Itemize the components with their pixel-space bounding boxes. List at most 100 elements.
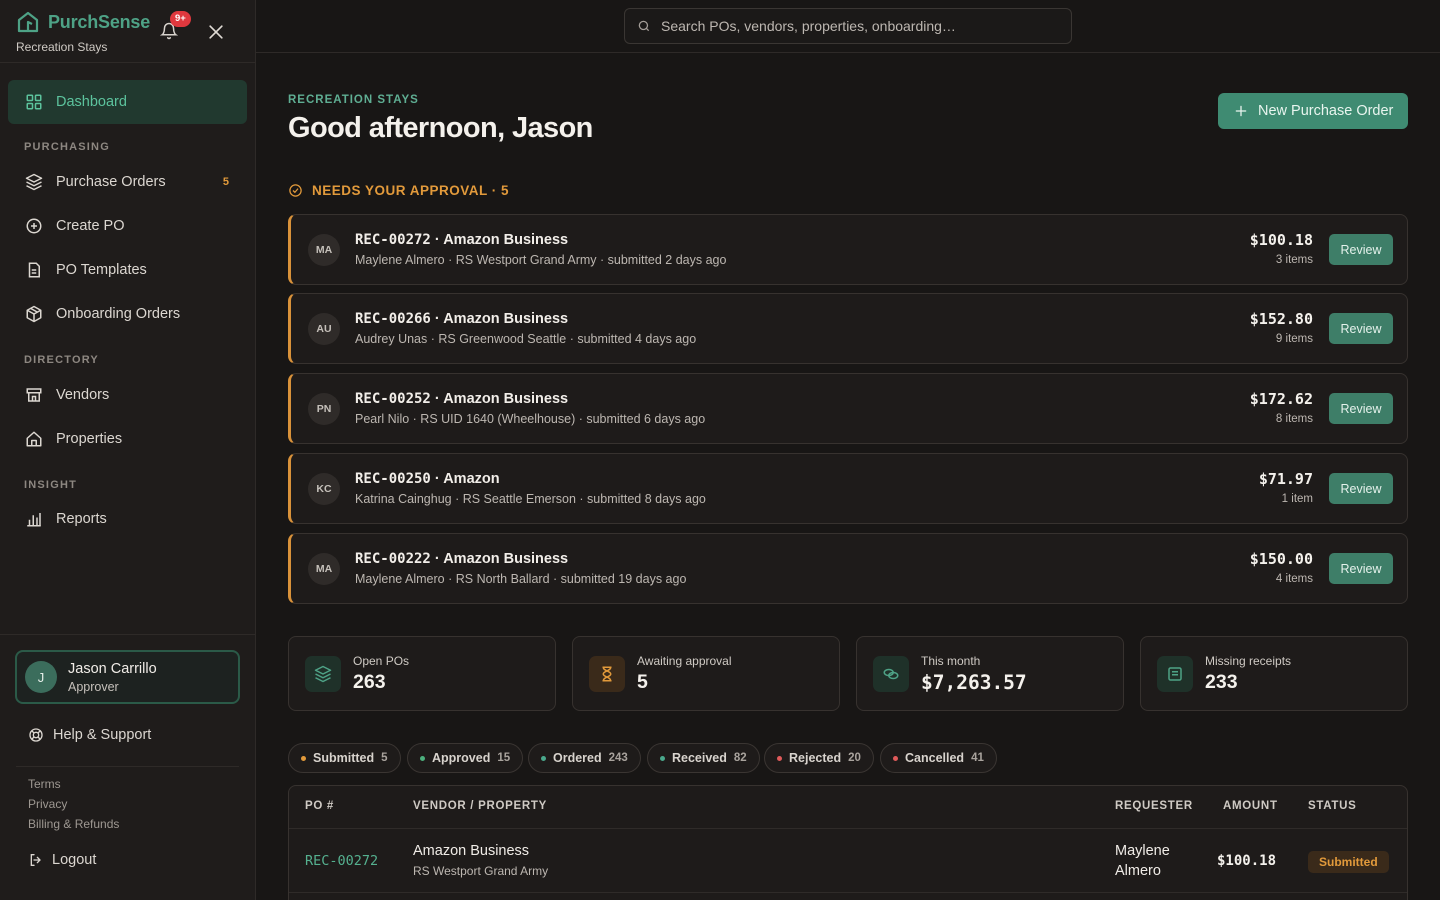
logout-icon xyxy=(30,854,41,866)
filter-label: Cancelled xyxy=(905,751,965,765)
sidebar-item-label: Vendors xyxy=(56,387,110,403)
status-dot xyxy=(660,755,665,761)
filter-cancelled[interactable]: Cancelled 41 xyxy=(880,743,997,773)
avatar: KC xyxy=(308,473,340,505)
column-header-requester[interactable]: REQUESTER xyxy=(1115,800,1193,812)
vendor-name: · Amazon Business xyxy=(430,391,569,407)
approval-card[interactable]: AU REC-00266 · Amazon Business Audrey Un… xyxy=(288,293,1408,364)
review-button[interactable]: Review xyxy=(1329,234,1393,265)
approval-amount: $172.62 xyxy=(1249,390,1313,408)
filter-count: 15 xyxy=(497,752,511,764)
home-icon xyxy=(26,431,42,447)
filter-ordered[interactable]: Ordered 243 xyxy=(528,743,641,773)
po-number: REC-00266 xyxy=(355,311,431,327)
approval-title: REC-00250 · Amazon xyxy=(355,471,500,487)
billing-refunds-link[interactable]: Billing & Refunds xyxy=(28,817,119,831)
vendor-name: · Amazon Business xyxy=(430,311,569,327)
approval-item-count: 9 items xyxy=(1275,333,1313,345)
organization-name: Recreation Stays xyxy=(16,40,108,54)
avatar: AU xyxy=(308,313,340,345)
sidebar-divider xyxy=(0,634,255,635)
new-purchase-order-button[interactable]: New Purchase Order xyxy=(1218,93,1408,129)
review-button[interactable]: Review xyxy=(1329,313,1393,344)
close-icon[interactable] xyxy=(206,22,226,42)
review-button[interactable]: Review xyxy=(1329,393,1393,424)
topbar xyxy=(256,0,1440,53)
approval-card[interactable]: MA REC-00272 · Amazon Business Maylene A… xyxy=(288,214,1408,285)
filter-label: Rejected xyxy=(789,751,842,765)
approval-title: REC-00266 · Amazon Business xyxy=(355,311,568,327)
status-dot xyxy=(893,755,898,761)
filter-submitted[interactable]: Submitted 5 xyxy=(288,743,401,773)
approval-heading: NEEDS YOUR APPROVAL · 5 xyxy=(288,183,509,198)
sidebar-item-po-templates[interactable]: PO Templates xyxy=(8,248,247,292)
sidebar-item-label: Purchase Orders xyxy=(56,174,166,190)
sidebar-item-reports[interactable]: Reports xyxy=(8,497,247,541)
approval-card[interactable]: KC REC-00250 · Amazon Katrina Cainghug ·… xyxy=(288,453,1408,524)
approval-card[interactable]: MA REC-00222 · Amazon Business Maylene A… xyxy=(288,533,1408,604)
sidebar-item-dashboard[interactable]: Dashboard xyxy=(8,80,247,124)
column-header-status[interactable]: STATUS xyxy=(1308,800,1357,812)
approval-title: REC-00272 · Amazon Business xyxy=(355,232,568,248)
sidebar-item-label: Dashboard xyxy=(56,94,127,110)
hourglass-icon xyxy=(602,666,612,682)
approval-amount: $100.18 xyxy=(1249,231,1313,249)
help-support-link[interactable]: Help & Support xyxy=(28,727,151,743)
approval-amount: $71.97 xyxy=(1258,470,1313,488)
stat-icon-wrap xyxy=(873,656,909,692)
privacy-link[interactable]: Privacy xyxy=(28,797,67,811)
po-number: REC-00252 xyxy=(355,391,431,407)
terms-link[interactable]: Terms xyxy=(28,777,61,791)
po-number-link[interactable]: REC-00272 xyxy=(305,853,378,869)
stat-awaiting-approval[interactable]: Awaiting approval 5 xyxy=(572,636,840,711)
sidebar-divider xyxy=(0,62,255,63)
column-header-po[interactable]: PO # xyxy=(305,800,334,812)
approval-heading-text: NEEDS YOUR APPROVAL · 5 xyxy=(312,183,510,198)
search-bar[interactable] xyxy=(624,8,1072,44)
user-name: Jason Carrillo xyxy=(68,661,157,677)
layers-icon xyxy=(25,173,43,191)
logout-button[interactable]: Logout xyxy=(28,852,96,868)
filter-approved[interactable]: Approved 15 xyxy=(407,743,524,773)
status-dot xyxy=(301,755,306,761)
filter-label: Received xyxy=(672,751,727,765)
sidebar-item-properties[interactable]: Properties xyxy=(8,417,247,461)
sidebar-item-onboarding-orders[interactable]: Onboarding Orders xyxy=(8,292,247,336)
filter-count: 82 xyxy=(733,752,747,764)
filter-received[interactable]: Received 82 xyxy=(647,743,760,773)
stat-this-month[interactable]: This month $7,263.57 xyxy=(856,636,1124,711)
approval-detail: Maylene Almero · RS North Ballard · subm… xyxy=(355,572,687,586)
stat-open-pos[interactable]: Open POs 263 xyxy=(288,636,556,711)
property-name: RS Westport Grand Army xyxy=(413,864,549,878)
sidebar-item-purchase-orders[interactable]: Purchase Orders 5 xyxy=(8,160,247,204)
filter-rejected[interactable]: Rejected 20 xyxy=(764,743,874,773)
po-number: REC-00222 xyxy=(355,551,431,567)
help-label: Help & Support xyxy=(53,727,152,743)
package-icon xyxy=(26,305,42,323)
stat-value: 233 xyxy=(1205,671,1238,693)
stat-missing-receipts[interactable]: Missing receipts 233 xyxy=(1140,636,1408,711)
sidebar-item-create-po[interactable]: Create PO xyxy=(8,204,247,248)
review-button[interactable]: Review xyxy=(1329,553,1393,584)
receipt-icon xyxy=(1168,667,1182,681)
po-number: REC-00272 xyxy=(355,232,431,248)
sidebar-item-label: PO Templates xyxy=(56,262,147,278)
column-header-amount[interactable]: AMOUNT xyxy=(1223,800,1278,812)
approval-amount: $150.00 xyxy=(1249,550,1313,568)
search-input[interactable] xyxy=(661,18,1061,34)
sidebar-divider xyxy=(16,766,239,767)
stat-icon-wrap xyxy=(589,656,625,692)
approval-detail: Pearl Nilo · RS UID 1640 (Wheelhouse) · … xyxy=(355,412,706,426)
column-header-vendor[interactable]: VENDOR / PROPERTY xyxy=(413,800,547,812)
stat-label: Open POs xyxy=(353,654,410,668)
section-directory: DIRECTORY xyxy=(24,354,99,366)
sidebar-item-vendors[interactable]: Vendors xyxy=(8,373,247,417)
review-button[interactable]: Review xyxy=(1329,473,1393,504)
user-role: Approver xyxy=(68,680,119,694)
approval-detail: Katrina Cainghug · RS Seattle Emerson · … xyxy=(355,492,706,506)
approval-item-count: 1 item xyxy=(1281,493,1313,505)
approval-item-count: 4 items xyxy=(1275,573,1313,585)
user-card[interactable]: J Jason Carrillo Approver xyxy=(15,650,240,704)
approval-card[interactable]: PN REC-00252 · Amazon Business Pearl Nil… xyxy=(288,373,1408,444)
row-divider xyxy=(289,892,1407,893)
